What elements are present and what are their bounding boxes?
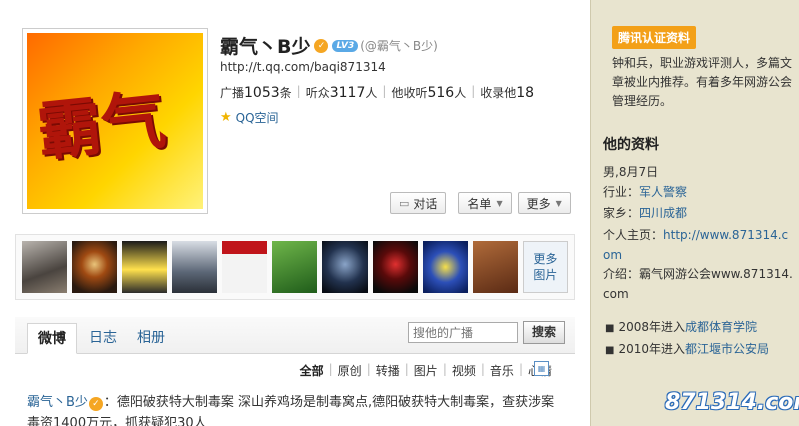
- photo-thumb[interactable]: [372, 241, 418, 293]
- photo-thumb[interactable]: [122, 241, 168, 293]
- profile-name: 霸气丶B少: [220, 36, 311, 58]
- profile-url[interactable]: http://t.qq.com/baqi871314: [220, 60, 386, 74]
- tab-album[interactable]: 相册: [127, 323, 175, 354]
- photo-thumb[interactable]: [472, 241, 518, 293]
- post-item: 霸气丶B少 ✓ ：德阳破获特大制毒案 深山养鸡场是制毒窝点,德阳破获特大制毒案，查获…: [27, 392, 567, 426]
- page: 霸气 霸气丶B少 ✓ LV3 (@霸气丶B少) http://t.qq.com/…: [0, 0, 799, 426]
- verify-tag: 腾讯认证资料: [612, 26, 697, 49]
- avatar-calligraphy: 霸气: [34, 82, 170, 171]
- industry-row: 行业：军人警察: [603, 185, 688, 199]
- more-photos-button[interactable]: 更多 图片: [522, 241, 569, 293]
- photo-thumb[interactable]: [322, 241, 368, 293]
- history-item: ■ 2008年进入成都体育学院: [605, 320, 758, 334]
- gender-birthday: 男,8月7日: [603, 165, 659, 179]
- photo-thumb[interactable]: [172, 241, 218, 293]
- homepage-row: 个人主页：http://www.871314.com: [603, 228, 789, 262]
- photo-strip: 更多 图片: [15, 234, 575, 300]
- chevron-down-icon: ▼: [496, 198, 503, 208]
- intro-row: 介绍：霸气网游公会www.871314.com: [603, 267, 793, 301]
- list-button[interactable]: 名单 ▼: [458, 192, 512, 214]
- search-button[interactable]: 搜索: [523, 321, 565, 344]
- more-button[interactable]: 更多 ▼: [517, 192, 571, 214]
- qzone-label: QQ空间: [235, 111, 279, 125]
- verified-icon: ✓: [88, 397, 103, 411]
- star-icon: ★: [220, 110, 232, 125]
- stat-collected[interactable]: 收录他18: [480, 84, 534, 101]
- stats-row: 广播1053条 | 听众3117人 | 他收听516人 | 收录他18: [220, 84, 535, 101]
- photo-thumb[interactable]: [272, 241, 318, 293]
- level-badge[interactable]: LV3: [332, 39, 359, 52]
- avatar-frame: 霸气: [22, 28, 208, 214]
- tab-diary[interactable]: 日志: [79, 323, 127, 354]
- sidebar: 腾讯认证资料 钟和兵，职业游戏评测人，多篇文章被业内推荐。有着多年网游公会管理经…: [590, 0, 799, 426]
- action-buttons: ▭ 对话 名单 ▼ 更多 ▼: [384, 192, 571, 214]
- filter-video[interactable]: 视频: [452, 362, 476, 379]
- stat-listeners[interactable]: 听众3117人: [306, 84, 378, 101]
- photo-thumb[interactable]: [222, 241, 268, 293]
- profile-handle: (@霸气丶B少): [360, 39, 438, 53]
- name-row: 霸气丶B少 ✓ LV3 (@霸气丶B少): [220, 32, 438, 59]
- history-link-school[interactable]: 成都体育学院: [685, 320, 757, 334]
- filter-music[interactable]: 音乐: [490, 362, 514, 379]
- tab-bar: 微博 日志 相册 搜索: [15, 317, 575, 354]
- industry-link[interactable]: 军人警察: [639, 185, 687, 199]
- filter-all[interactable]: 全部: [300, 362, 324, 379]
- chevron-down-icon: ▼: [555, 198, 562, 208]
- post-author[interactable]: 霸气丶B少: [27, 395, 88, 410]
- hometown-row: 家乡：四川成都: [603, 206, 688, 220]
- chat-button[interactable]: ▭ 对话: [390, 192, 447, 214]
- filter-bar: 全部| 原创| 转播| 图片| 视频| 音乐| 心情: [300, 362, 552, 379]
- verified-icon: ✓: [314, 38, 329, 53]
- calendar-icon[interactable]: ▦: [534, 361, 549, 376]
- photo-thumb[interactable]: [72, 241, 118, 293]
- search-input[interactable]: [408, 322, 518, 343]
- filter-original[interactable]: 原创: [338, 362, 362, 379]
- avatar[interactable]: 霸气: [27, 33, 203, 209]
- hometown-link[interactable]: 四川成都: [639, 206, 687, 220]
- photo-thumb[interactable]: [22, 241, 68, 293]
- filter-image[interactable]: 图片: [414, 362, 438, 379]
- qzone-link[interactable]: ★ QQ空间: [220, 109, 279, 126]
- history-item: ■ 2010年进入都江堰市公安局: [605, 342, 770, 356]
- history-link-work[interactable]: 都江堰市公安局: [685, 342, 769, 356]
- site-watermark: 871314.com: [665, 390, 799, 415]
- stat-broadcast[interactable]: 广播1053条: [220, 84, 292, 101]
- filter-repost[interactable]: 转播: [376, 362, 400, 379]
- post-text: ：德阳破获特大制毒案 深山养鸡场是制毒窝点,德阳破获特大制毒案，查获涉案毒资14…: [27, 395, 555, 426]
- chat-icon: ▭: [399, 196, 410, 210]
- main-column: 霸气 霸气丶B少 ✓ LV3 (@霸气丶B少) http://t.qq.com/…: [0, 0, 590, 426]
- verify-text: 钟和兵，职业游戏评测人，多篇文章被业内推荐。有着多年网游公会管理经历。: [612, 56, 793, 108]
- tab-weibo[interactable]: 微博: [27, 323, 77, 354]
- profile-heading: 他的资料: [603, 137, 659, 153]
- stat-he-listens[interactable]: 他收听516人: [391, 84, 466, 101]
- photo-thumb[interactable]: [422, 241, 468, 293]
